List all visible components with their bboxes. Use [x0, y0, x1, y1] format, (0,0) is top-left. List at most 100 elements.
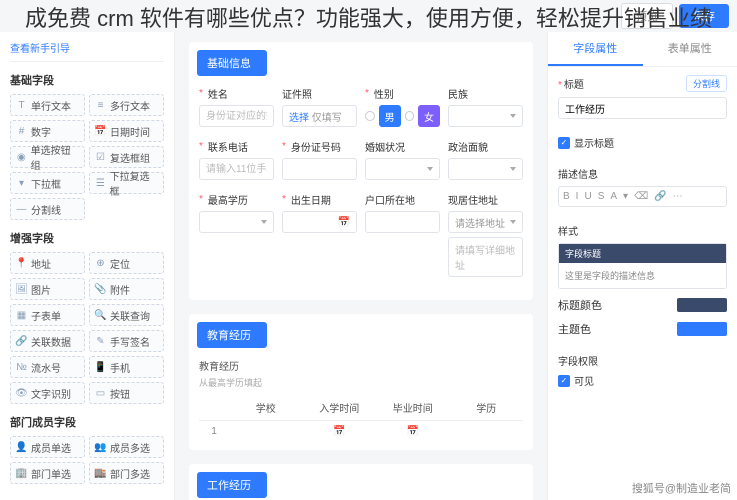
textarea-addr-detail[interactable] [448, 237, 523, 277]
guide-link[interactable]: 查看新手引导 [10, 40, 164, 62]
label-idno: 身份证号码 [282, 139, 357, 154]
tab-field-props[interactable]: 字段属性 [548, 32, 643, 66]
field-attachment[interactable]: 📎附件 [89, 278, 164, 300]
field-number[interactable]: #数字 [10, 120, 85, 142]
field-relation-data[interactable]: 🔗关联数据 [10, 330, 85, 352]
color-icon[interactable]: ▾ [623, 191, 628, 202]
field-subform[interactable]: ▦子表单 [10, 304, 85, 326]
prop-title-label: 标题 [558, 76, 584, 91]
save-button[interactable]: 保存 [679, 4, 729, 28]
field-datetime[interactable]: 📅日期时间 [89, 120, 164, 142]
section-dept-fields: 部门成员字段 [10, 414, 164, 430]
panel-work[interactable]: 工作经历 [189, 464, 533, 500]
serial-icon: № [16, 362, 27, 373]
field-dept-multi[interactable]: 🏬部门多选 [89, 462, 164, 484]
field-image[interactable]: 🖼图片 [10, 278, 85, 300]
font-icon[interactable]: A [610, 191, 617, 202]
panel-basic-info[interactable]: 基础信息 姓名 证件照选择 仅填写 性别男女 民族 联系电话 身份证号码 婚姻状… [189, 42, 533, 300]
field-address[interactable]: 📍地址 [10, 252, 85, 274]
panel-education[interactable]: 教育经历 教育经历 从最高学历填起 学校 入学时间 毕业时间 学历 1 📅 📅 [189, 314, 533, 450]
select-nation[interactable] [448, 105, 523, 127]
tab-form-props[interactable]: 表单属性 [643, 32, 737, 66]
bold-icon[interactable]: B [563, 191, 570, 202]
field-relation-query[interactable]: 🔍关联查询 [89, 304, 164, 326]
gender-radio[interactable] [365, 111, 375, 121]
field-divider[interactable]: —分割线 [10, 198, 85, 220]
attachment-icon: 📎 [95, 284, 106, 295]
title-color-swatch[interactable] [677, 298, 727, 312]
checkbox-icon: ☑ [95, 152, 106, 163]
subform-icon: ▦ [16, 310, 27, 321]
input-birth[interactable]: 📅 [282, 211, 357, 233]
input-idno[interactable] [282, 158, 357, 180]
style-preview[interactable]: 字段标题 这里是字段的描述信息 [558, 243, 727, 289]
select-edu[interactable] [199, 211, 274, 233]
gender-male[interactable]: 男 [379, 105, 401, 127]
preview-button[interactable]: 预览 [621, 3, 673, 29]
edu-table-row[interactable]: 1 📅 📅 [199, 421, 523, 442]
select-addr[interactable]: 请选择地址 [448, 211, 523, 233]
ocr-icon: 👁 [16, 388, 27, 399]
underline-icon[interactable]: U [584, 191, 591, 202]
calendar-icon: 📅 [407, 426, 419, 437]
image-icon: 🖼 [16, 284, 27, 295]
divider-button[interactable]: 分割线 [686, 75, 727, 92]
right-panel: 字段属性 表单属性 标题分割线 ✓显示标题 描述信息 BIUSA▾⌫🔗⋯ 样式 … [547, 32, 737, 500]
check-icon: ✓ [558, 137, 570, 149]
label-gender: 性别 [365, 86, 440, 101]
desc-label: 描述信息 [558, 166, 727, 181]
chevron-down-icon [427, 167, 433, 171]
link-icon: 🔗 [16, 336, 27, 347]
field-button[interactable]: ▭按钮 [89, 382, 164, 404]
select-politics[interactable] [448, 158, 523, 180]
input-idphoto[interactable]: 选择 仅填写 [282, 105, 357, 127]
input-name[interactable] [199, 105, 274, 127]
show-title-checkbox[interactable]: ✓显示标题 [558, 135, 727, 150]
link-icon[interactable]: 🔗 [654, 191, 666, 202]
input-phone[interactable] [199, 158, 274, 180]
panel-head-edu: 教育经历 [197, 322, 267, 348]
signature-icon: ✎ [95, 336, 106, 347]
more-icon[interactable]: ⋯ [673, 191, 683, 202]
chevron-down-icon [510, 220, 516, 224]
watermark: 搜狐号@制造业老简 [632, 480, 731, 496]
field-multi-text[interactable]: ≡多行文本 [89, 94, 164, 116]
field-phone[interactable]: 📱手机 [89, 356, 164, 378]
button-icon: ▭ [95, 388, 106, 399]
label-name: 姓名 [199, 86, 274, 101]
field-signature[interactable]: ✎手写签名 [89, 330, 164, 352]
prop-title-input[interactable] [558, 97, 727, 119]
field-member-single[interactable]: 👤成员单选 [10, 436, 85, 458]
user-icon: 👤 [16, 442, 27, 453]
gps-icon: ⊕ [95, 258, 106, 269]
field-select[interactable]: ▾下拉框 [10, 172, 85, 194]
field-member-multi[interactable]: 👥成员多选 [89, 436, 164, 458]
title-color-label: 标题颜色 [558, 297, 602, 313]
rich-toolbar[interactable]: BIUSA ▾ ⌫ 🔗 ⋯ [558, 186, 727, 207]
field-radio[interactable]: ◉单选按钮组 [10, 146, 85, 168]
theme-color-label: 主题色 [558, 321, 591, 337]
field-checkbox[interactable]: ☑复选框组 [89, 146, 164, 168]
gender-female[interactable]: 女 [418, 105, 440, 127]
visible-checkbox[interactable]: ✓可见 [558, 373, 727, 388]
field-multiselect[interactable]: ☰下拉复选框 [89, 172, 164, 194]
label-edu: 最高学历 [199, 192, 274, 207]
left-panel: 查看新手引导 基础字段 T单行文本 ≡多行文本 #数字 📅日期时间 ◉单选按钮组… [0, 32, 175, 500]
field-serial[interactable]: №流水号 [10, 356, 85, 378]
clear-icon[interactable]: ⌫ [634, 191, 648, 202]
field-single-text[interactable]: T单行文本 [10, 94, 85, 116]
gender-radio2[interactable] [405, 111, 415, 121]
strike-icon[interactable]: S [598, 191, 605, 202]
field-dept-single[interactable]: 🏢部门单选 [10, 462, 85, 484]
number-icon: # [16, 126, 27, 137]
field-location[interactable]: ⊕定位 [89, 252, 164, 274]
dept-icon: 🏢 [16, 468, 27, 479]
field-ocr[interactable]: 👁文字识别 [10, 382, 85, 404]
label-politics: 政治面貌 [448, 139, 523, 154]
section-enhanced-fields: 增强字段 [10, 230, 164, 246]
query-icon: 🔍 [95, 310, 106, 321]
theme-color-swatch[interactable] [677, 322, 727, 336]
italic-icon[interactable]: I [576, 191, 579, 202]
select-marriage[interactable] [365, 158, 440, 180]
input-huji[interactable] [365, 211, 440, 233]
